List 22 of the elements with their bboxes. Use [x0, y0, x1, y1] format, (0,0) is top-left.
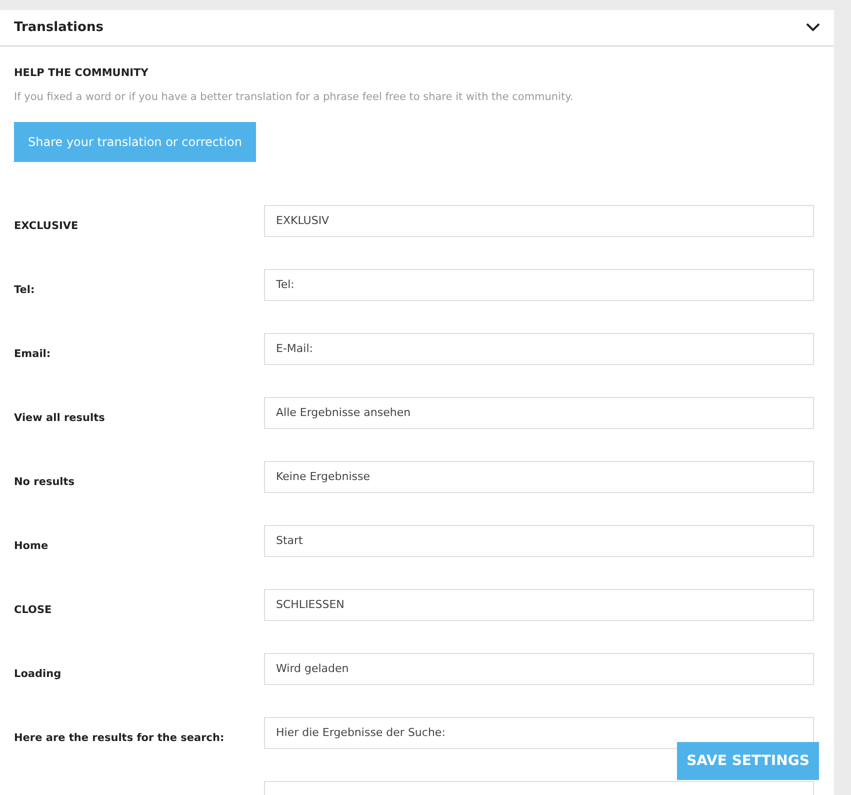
field-label: Email:	[14, 348, 51, 360]
field-label: View all results	[14, 412, 105, 424]
translation-input[interactable]: EXKLUSIV	[264, 204, 814, 236]
translation-input[interactable]: Start	[264, 524, 814, 556]
field-label: Home	[14, 540, 48, 552]
field-label: EXCLUSIVE	[14, 220, 78, 232]
translation-input[interactable]: Keine Ergebnisse	[264, 460, 814, 492]
field-label: Loading	[14, 668, 62, 680]
field-label: Here are the results for the search:	[14, 732, 224, 744]
field-label: CLOSE	[14, 604, 52, 616]
translation-input[interactable]: SCHLIESSEN	[264, 588, 814, 620]
translation-input[interactable]: E-Mail:	[264, 332, 814, 364]
translation-input[interactable]: Hier die Ergebnisse der Suche:	[264, 716, 814, 748]
translation-input[interactable]: Wird geladen	[264, 652, 814, 684]
field-label: No results	[14, 476, 75, 488]
panel-title: Translations	[14, 18, 104, 37]
translation-input[interactable]: Alle Ergebnisse ansehen	[264, 396, 814, 428]
panel-header[interactable]: Translations	[0, 10, 834, 47]
help-text: If you fixed a word or if you have a better translation for a phrase feel free to share it with the community.	[14, 90, 574, 105]
section-heading: HELP THE COMMUNITY	[14, 66, 150, 81]
translation-input[interactable]: Tel:	[264, 268, 814, 300]
field-label: Tel:	[14, 284, 35, 296]
